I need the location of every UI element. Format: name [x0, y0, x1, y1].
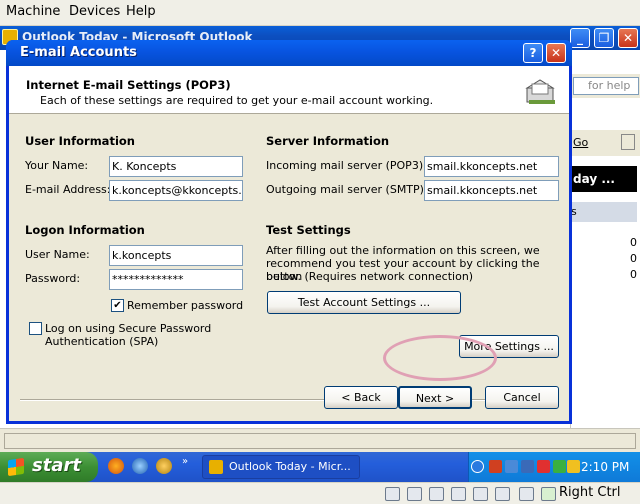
optical-drive-icon[interactable] [407, 487, 422, 501]
folder-count: 0 [630, 236, 637, 249]
password-input[interactable]: ************* [109, 269, 243, 290]
remember-password-label[interactable]: Remember password [127, 299, 243, 312]
alert-icon[interactable] [537, 460, 550, 473]
windows-logo-icon [8, 457, 24, 477]
mouse-integration-icon[interactable] [541, 487, 556, 501]
help-area: for help [571, 74, 640, 98]
spa-checkbox[interactable] [29, 322, 42, 335]
cancel-button[interactable]: Cancel [485, 386, 559, 409]
go-button[interactable]: Go [573, 134, 593, 152]
maximize-button[interactable]: ❐ [594, 28, 614, 48]
your-name-input[interactable]: K. Koncepts [109, 156, 243, 177]
browser-icon[interactable] [132, 458, 148, 474]
spa-label-line2[interactable]: Authentication (SPA) [45, 335, 158, 348]
tray-expand-icon[interactable] [471, 460, 484, 473]
folder-count: 0 [630, 268, 637, 281]
vm-statusbar: Right Ctrl [0, 482, 640, 504]
folder-count: 0 [630, 252, 637, 265]
back-button[interactable]: < Back [324, 386, 398, 409]
usb-icon[interactable] [429, 487, 444, 501]
network-icon[interactable] [489, 460, 502, 473]
dialog-titlebar[interactable]: E-mail Accounts ? ✕ [6, 40, 572, 66]
vm-menubar: Machine Devices Help [0, 0, 640, 26]
firefox-icon[interactable] [108, 458, 124, 474]
menu-devices[interactable]: Devices [69, 4, 120, 19]
host-key-label: Right Ctrl [559, 485, 621, 500]
refresh-icon[interactable] [621, 134, 635, 150]
test-settings-desc: After filling out the information on thi… [266, 244, 540, 257]
taskbar: start » Outlook Today - Micr... 2:10 PM [0, 452, 640, 482]
next-button[interactable]: Next > [398, 386, 472, 409]
outlook-statusbar [0, 428, 640, 452]
status-field [4, 433, 636, 449]
dialog-close-button[interactable]: ✕ [546, 43, 566, 63]
incoming-server-label: Incoming mail server (POP3): [266, 159, 427, 172]
dialog-title: E-mail Accounts [20, 45, 137, 60]
clock: 2:10 PM [581, 460, 630, 474]
logon-info-heading: Logon Information [25, 223, 145, 237]
help-search-input[interactable]: for help [573, 77, 639, 95]
start-label: start [32, 455, 81, 476]
taskbar-task-label: Outlook Today - Micr... [229, 460, 351, 473]
outlook-today-banner: day ... [571, 166, 637, 192]
quicklaunch-icon[interactable] [156, 458, 172, 474]
test-settings-desc: below. (Requires network connection) [266, 270, 474, 283]
network-icon[interactable] [505, 460, 518, 473]
email-address-input[interactable]: k.koncepts@kkoncepts.net [109, 180, 243, 201]
outgoing-server-input[interactable]: smail.kkoncepts.net [424, 180, 559, 201]
server-info-heading: Server Information [266, 134, 390, 148]
test-account-settings-button[interactable]: Test Account Settings ... [267, 291, 461, 314]
user-name-label: User Name: [25, 248, 90, 261]
volume-icon[interactable] [567, 460, 580, 473]
go-toolbar: Go [571, 130, 640, 156]
incoming-server-input[interactable]: smail.kkoncepts.net [424, 156, 559, 177]
shared-folders-icon[interactable] [451, 487, 466, 501]
header-subtitle: Each of these settings are required to g… [40, 94, 434, 107]
outlook-icon [209, 460, 223, 474]
section-header: s [571, 202, 637, 222]
email-address-label: E-mail Address: [25, 183, 111, 196]
header-band: Internet E-mail Settings (POP3) Each of … [9, 66, 569, 114]
remember-password-checkbox[interactable]: ✔ [111, 299, 124, 312]
your-name-label: Your Name: [25, 159, 89, 172]
hard-disk-icon[interactable] [385, 487, 400, 501]
next-highlight-ellipse [383, 335, 497, 381]
header-title: Internet E-mail Settings (POP3) [26, 78, 231, 92]
divider [20, 399, 558, 401]
outgoing-server-label: Outgoing mail server (SMTP): [266, 183, 428, 196]
close-button[interactable]: ✕ [618, 28, 638, 48]
menu-help[interactable]: Help [126, 4, 156, 19]
tray-app-icon[interactable] [553, 460, 566, 473]
video-capture-icon[interactable] [495, 487, 510, 501]
spa-label-line1[interactable]: Log on using Secure Password [45, 322, 211, 335]
user-name-input[interactable]: k.koncepts [109, 245, 243, 266]
network-icon[interactable] [521, 460, 534, 473]
mail-settings-icon [525, 79, 555, 104]
start-button[interactable]: start [0, 452, 98, 482]
network-adapter-icon[interactable] [519, 487, 534, 501]
outlook-right-pane: for help Go day ... s 0 0 0 [570, 50, 640, 450]
minimize-button[interactable]: _ [570, 28, 590, 48]
chevron-right-icon[interactable]: » [182, 456, 188, 467]
dialog-help-button[interactable]: ? [523, 43, 543, 63]
test-settings-heading: Test Settings [266, 223, 351, 237]
menu-machine[interactable]: Machine [6, 4, 60, 19]
password-label: Password: [25, 272, 81, 285]
user-info-heading: User Information [25, 134, 135, 148]
display-icon[interactable] [473, 487, 488, 501]
system-tray: 2:10 PM [468, 452, 640, 482]
taskbar-outlook-button[interactable]: Outlook Today - Micr... [202, 455, 360, 479]
